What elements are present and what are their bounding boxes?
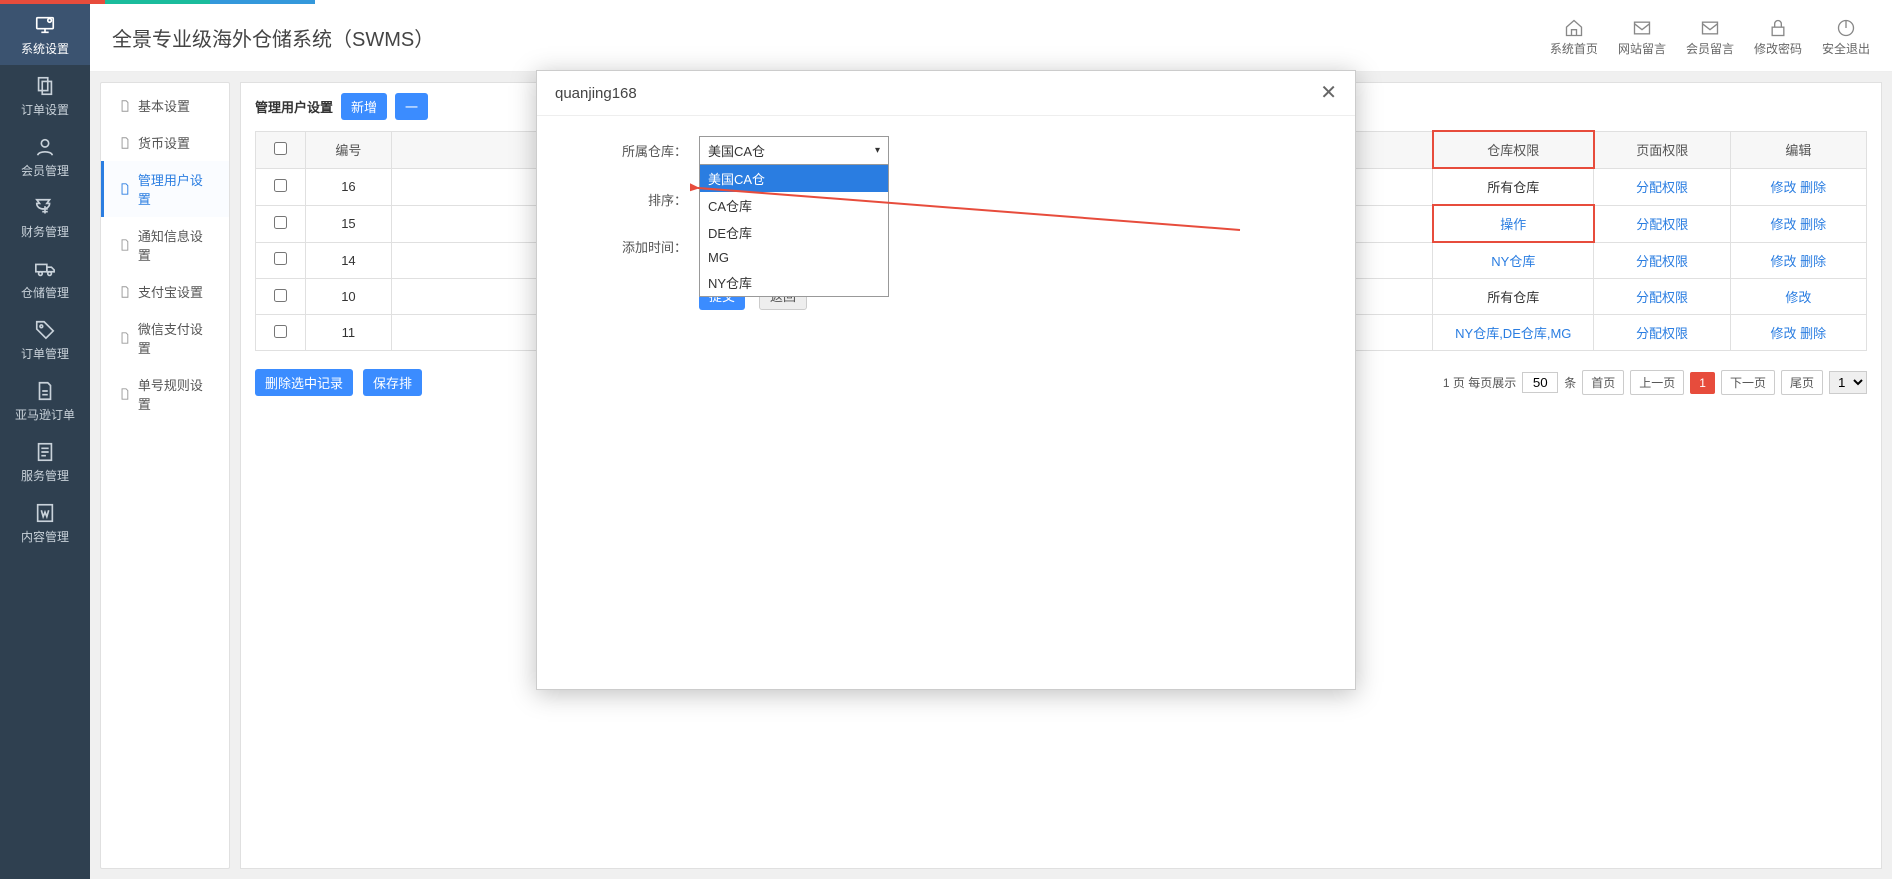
warehouse-select[interactable]: 美国CA仓 <box>699 136 889 165</box>
modal-title: quanjing168 <box>555 85 637 102</box>
dropdown-option[interactable]: NY仓库 <box>700 269 888 296</box>
dropdown-option[interactable]: MG <box>700 246 888 269</box>
close-icon[interactable]: ✕ <box>1320 83 1337 103</box>
warehouse-dropdown: 美国CA仓CA仓库DE仓库MGNY仓库 <box>699 165 889 297</box>
edit-user-modal: quanjing168 ✕ 所属仓库： 美国CA仓 美国CA仓CA仓库DE仓库M… <box>536 70 1356 690</box>
dropdown-option[interactable]: CA仓库 <box>700 192 888 219</box>
label-sort: 排序： <box>567 190 687 209</box>
dropdown-option[interactable]: 美国CA仓 <box>700 165 888 192</box>
label-warehouse: 所属仓库： <box>567 141 687 160</box>
label-add-time: 添加时间： <box>567 237 687 256</box>
dropdown-option[interactable]: DE仓库 <box>700 219 888 246</box>
